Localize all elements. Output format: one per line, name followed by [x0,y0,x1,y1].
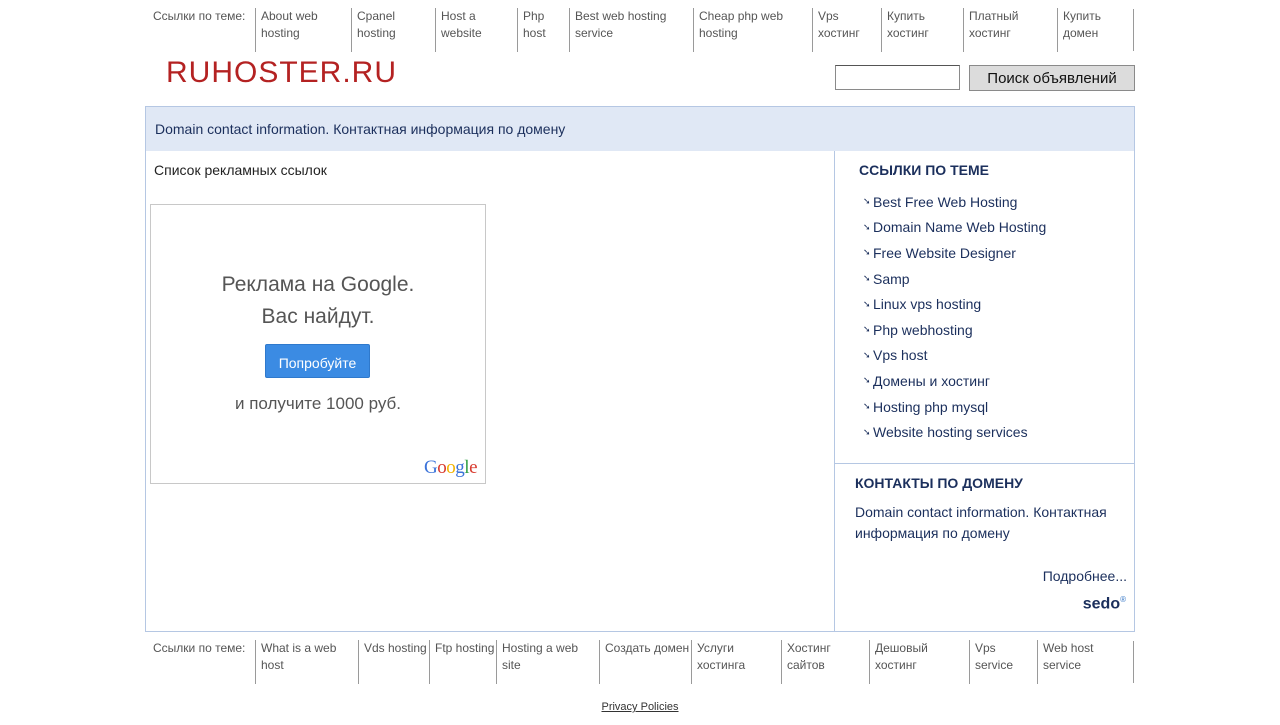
top-link-php-host[interactable]: Php host [517,8,567,52]
search-button[interactable]: Поиск объявлений [969,65,1135,91]
bottom-link-ftp-hosting[interactable]: Ftp hosting [429,640,495,684]
ad-headline-2: Вас найдут. [261,305,375,328]
related-link-item[interactable]: ➘ Samp [863,266,1046,292]
bottom-bar-end-divider [1133,641,1134,683]
top-link-paid-hosting[interactable]: Платный хостинг [963,8,1055,52]
sedo-logo[interactable]: sedo® [1083,595,1126,613]
google-ad-box[interactable]: Реклама на Google. Вас найдут. Попробуйт… [150,204,486,484]
top-link-vps-hosting[interactable]: Vps хостинг [812,8,879,52]
google-logo-letter: G [424,457,438,478]
related-link-item[interactable]: ➘ Best Free Web Hosting [863,189,1046,215]
google-logo-letter: e [469,457,477,478]
related-link-label[interactable]: Domain Name Web Hosting [873,219,1046,235]
ad-headline-1: Реклама на Google. [221,273,415,296]
contacts-text: Domain contact information. Контактная и… [855,504,1107,541]
site-logo[interactable]: RUHOSTER.RU [166,56,397,90]
bottom-link-vds-hosting[interactable]: Vds hosting [358,640,427,684]
bottom-link-hosting-services[interactable]: Услуги хостинга [691,640,781,684]
related-link-item[interactable]: ➘ Linux vps hosting [863,291,1046,317]
related-links-list: ➘ Best Free Web Hosting ➘ Domain Name Web … [863,189,1046,445]
related-link-item[interactable]: ➘ Домены и хостинг [863,368,1046,394]
top-link-cpanel-hosting[interactable]: Cpanel hosting [351,8,433,52]
bottom-link-hosting-a-web-site[interactable]: Hosting a web site [496,640,597,684]
privacy-policies-link[interactable]: Privacy Policies [0,701,1280,713]
arrow-icon: ➘ [863,375,871,386]
arrow-icon: ➘ [863,324,871,335]
arrow-icon: ➘ [863,401,871,412]
bottom-bar-caption: Ссылки по теме: [153,641,246,655]
bottom-link-cheap-hosting[interactable]: Дешовый хостинг [869,640,967,684]
related-links-heading: ССЫЛКИ ПО ТЕМЕ [859,162,989,178]
arrow-icon: ➘ [863,298,871,309]
related-link-label[interactable]: Free Website Designer [873,245,1016,261]
registered-mark-icon: ® [1120,595,1126,604]
ad-offer-text: и получите 1000 руб. [234,394,401,413]
bottom-link-create-domain[interactable]: Создать домен [599,640,690,684]
more-link[interactable]: Подробнее... [1043,568,1127,584]
arrow-icon: ➘ [863,273,871,284]
top-link-best-web-hosting-service[interactable]: Best web hosting service [569,8,691,52]
domain-banner[interactable]: Domain contact information. Контактная и… [146,107,1134,151]
related-link-item[interactable]: ➘ Php webhosting [863,317,1046,343]
related-link-item[interactable]: ➘ Website hosting services [863,419,1046,445]
related-link-label[interactable]: Website hosting services [873,424,1028,440]
related-link-item[interactable]: ➘ Free Website Designer [863,240,1046,266]
top-link-buy-domain[interactable]: Купить домен [1057,8,1131,52]
top-related-links-bar: Ссылки по теме: About web hosting Cpanel… [145,7,1135,53]
sidebar-divider [835,463,1135,464]
top-link-about-web-hosting[interactable]: About web hosting [255,8,349,52]
main-frame: Domain contact information. Контактная и… [145,106,1135,632]
google-logo-letter: o [446,457,456,478]
arrow-icon: ➘ [863,221,871,232]
top-link-buy-hosting[interactable]: Купить хостинг [881,8,961,52]
related-link-item[interactable]: ➘ Vps host [863,343,1046,369]
bottom-link-web-host-service[interactable]: Web host service [1037,640,1133,684]
top-link-cheap-php-web-hosting[interactable]: Cheap php web hosting [693,8,811,52]
bottom-link-site-hosting[interactable]: Хостинг сайтов [781,640,869,684]
top-bar-end-divider [1133,9,1134,51]
search-input[interactable] [835,65,960,90]
arrow-icon: ➘ [863,426,871,437]
google-logo-letter: g [455,457,465,478]
bottom-link-what-is-a-web-host[interactable]: What is a web host [255,640,356,684]
related-link-label[interactable]: Hosting php mysql [873,399,988,415]
related-link-item[interactable]: ➘ Domain Name Web Hosting [863,215,1046,241]
bottom-related-links-bar: Ссылки по теме: What is a web host Vds h… [145,639,1135,685]
related-link-label[interactable]: Best Free Web Hosting [873,194,1017,210]
related-link-label[interactable]: Samp [873,271,910,287]
related-link-label[interactable]: Vps host [873,347,927,363]
top-bar-caption: Ссылки по теме: [153,9,246,23]
google-logo: Google [424,457,477,479]
ad-try-button[interactable]: Попробуйте [265,344,370,378]
contacts-heading: КОНТАКТЫ ПО ДОМЕНУ [855,475,1023,491]
sedo-logo-text: sedo [1082,595,1121,613]
related-link-label[interactable]: Linux vps hosting [873,296,981,312]
arrow-icon: ➘ [863,349,871,360]
right-sidebar: ССЫЛКИ ПО ТЕМЕ ➘ Best Free Web Hosting ➘ D… [834,151,1135,631]
google-logo-letter: o [437,457,447,478]
related-link-label[interactable]: Домены и хостинг [873,373,990,389]
related-link-label[interactable]: Php webhosting [873,322,973,338]
arrow-icon: ➘ [863,196,871,207]
related-link-item[interactable]: ➘ Hosting php mysql [863,394,1046,420]
top-link-host-a-website[interactable]: Host a website [435,8,515,52]
arrow-icon: ➘ [863,247,871,258]
bottom-link-vps-service[interactable]: Vps service [969,640,1037,684]
ads-list-title: Список рекламных ссылок [154,162,327,178]
